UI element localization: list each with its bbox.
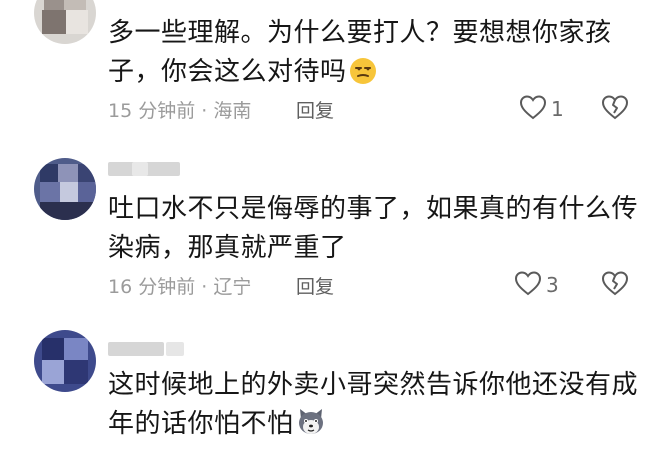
broken-heart-icon xyxy=(600,271,630,300)
blurred-username xyxy=(166,342,184,356)
comment-meta: 15 分钟前 · 海南 xyxy=(108,100,252,122)
blurred-username xyxy=(132,162,148,176)
comment-text: 多一些理解。为什么要打人？要想想你家孩子，你会这么对待吗 xyxy=(108,14,648,97)
comment-text: 这时候地上的外卖小哥突然告诉你他还没有成年的话你怕不怕 xyxy=(108,366,648,449)
heart-icon xyxy=(514,270,542,300)
like-button[interactable]: 3 xyxy=(514,270,559,300)
comment-text: 吐口水不只是侮辱的事了，如果真的有什么传染病，那真就严重了 xyxy=(108,194,639,263)
blurred-username xyxy=(108,342,164,356)
heart-icon xyxy=(519,94,547,124)
reply-button[interactable]: 回复 xyxy=(296,96,334,123)
smirk-emoji-icon xyxy=(349,57,377,97)
comment-meta: 16 分钟前 · 辽宁 xyxy=(108,276,252,298)
like-count: 3 xyxy=(546,273,559,297)
avatar[interactable] xyxy=(34,0,96,44)
like-count: 1 xyxy=(551,97,564,121)
avatar[interactable] xyxy=(34,158,96,220)
husky-dog-emoji-icon xyxy=(296,407,326,449)
dislike-button[interactable] xyxy=(600,270,630,300)
like-button[interactable]: 1 xyxy=(519,94,564,124)
avatar[interactable] xyxy=(34,330,96,392)
dislike-button[interactable] xyxy=(600,94,630,124)
broken-heart-icon xyxy=(600,95,630,124)
reply-button[interactable]: 回复 xyxy=(296,272,334,299)
